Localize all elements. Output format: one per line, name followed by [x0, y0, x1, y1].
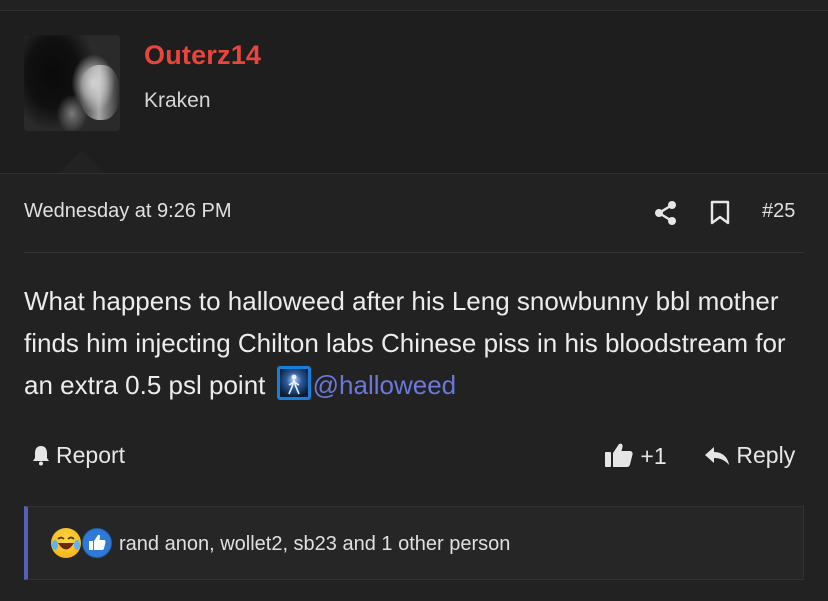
- report-button[interactable]: Report: [30, 442, 125, 469]
- reply-arrow-icon: [704, 445, 730, 473]
- thumbs-up-icon: [604, 442, 634, 474]
- header-separator: [0, 173, 828, 174]
- header-pointer: [58, 150, 106, 174]
- reply-label: Reply: [736, 442, 796, 468]
- inline-image[interactable]: [276, 366, 311, 400]
- share-icon[interactable]: [654, 200, 678, 226]
- post-meta-divider: [24, 252, 804, 253]
- post-number-link[interactable]: #25: [762, 200, 795, 223]
- post-date[interactable]: Wednesday at 9:26 PM: [24, 200, 232, 223]
- bookmark-icon[interactable]: [709, 200, 731, 226]
- reaction-users-link[interactable]: rand anon, wollet2, sb23 and 1 other per…: [119, 533, 510, 556]
- like-count: +1: [640, 443, 667, 469]
- reactions-bar[interactable]: rand anon, wollet2, sb23 and 1 other per…: [24, 506, 804, 580]
- post-user-header: [0, 11, 828, 173]
- post-body: What happens to halloweed after his Leng…: [24, 280, 814, 406]
- thumbs-up-reaction-icon: [82, 528, 112, 558]
- laughing-crying-emoji-icon: [51, 528, 81, 558]
- user-mention-link[interactable]: @halloweed: [313, 370, 456, 400]
- bell-icon: [30, 444, 52, 466]
- reply-button[interactable]: Reply: [704, 442, 795, 473]
- like-button[interactable]: +1: [604, 442, 667, 474]
- user-avatar[interactable]: [24, 35, 120, 131]
- report-label: Report: [56, 442, 126, 468]
- user-title: Kraken: [144, 89, 211, 112]
- username-link[interactable]: Outerz14: [144, 40, 261, 71]
